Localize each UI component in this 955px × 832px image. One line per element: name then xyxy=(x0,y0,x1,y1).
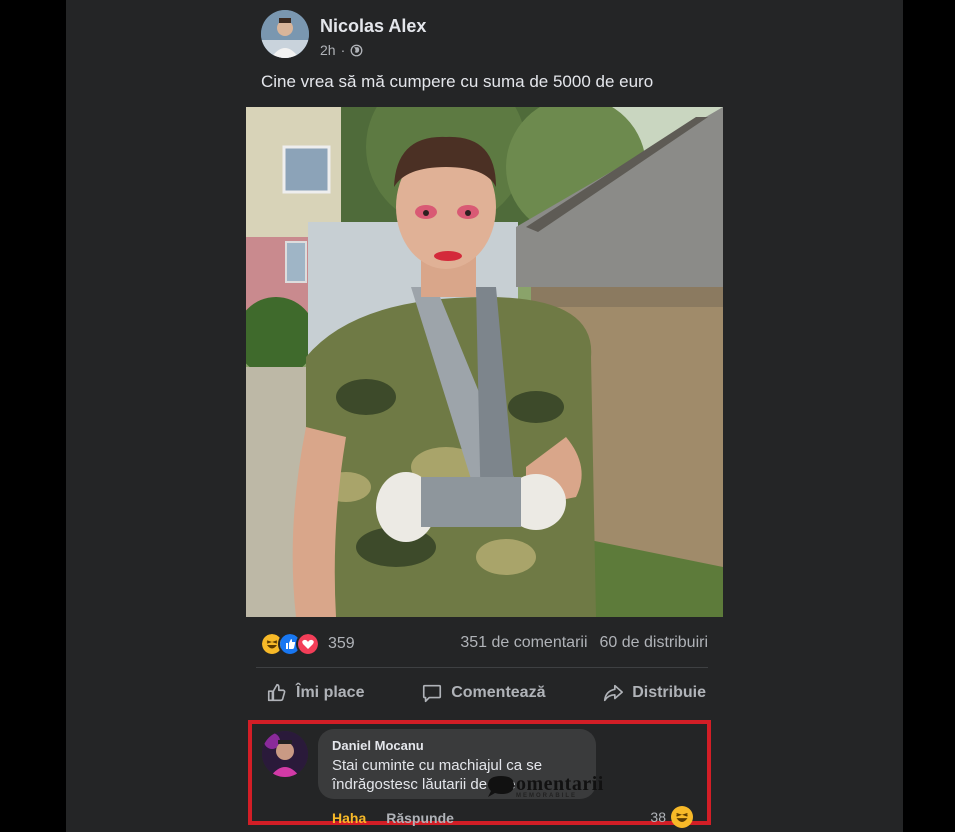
comment-label: Comentează xyxy=(451,684,546,701)
comment-actions: Haha Răspunde xyxy=(332,810,454,826)
reaction-summary[interactable]: 359 xyxy=(260,632,355,656)
post-photo[interactable] xyxy=(246,107,723,617)
author-avatar[interactable] xyxy=(261,10,309,58)
comment-count[interactable]: 351 de comentarii xyxy=(460,634,587,652)
like-button[interactable]: Îmi place xyxy=(266,682,364,704)
commenter-avatar[interactable] xyxy=(262,731,308,777)
share-count[interactable]: 60 de distribuiri xyxy=(600,634,709,652)
share-button[interactable]: Distribuie xyxy=(602,682,706,704)
share-icon xyxy=(604,684,624,702)
watermark-subtext: MEMORABILE xyxy=(516,793,577,799)
watermark-text: omentarii xyxy=(516,773,604,795)
share-label: Distribuie xyxy=(632,684,706,701)
comment-icon xyxy=(423,684,442,703)
like-label: Îmi place xyxy=(296,684,365,701)
reply-link[interactable]: Răspunde xyxy=(386,810,454,826)
actions-divider xyxy=(256,667,708,668)
speech-bubble-logo xyxy=(488,776,514,797)
facebook-post: Nicolas Alex 2h · Cine vrea să mă cumper… xyxy=(66,0,903,832)
comment-button[interactable]: Comentează xyxy=(421,682,545,704)
globe-icon[interactable] xyxy=(350,44,363,57)
post-actions: Îmi place Comentează Distribuie xyxy=(266,678,706,708)
comment-reaction-number: 38 xyxy=(650,809,666,825)
reaction-count: 359 xyxy=(328,635,355,652)
comment-reaction-count[interactable]: 38 xyxy=(650,806,693,828)
post-stats: 351 de comentarii 60 de distribuiri xyxy=(460,634,708,652)
thumbs-up-icon xyxy=(267,683,286,702)
love-icon xyxy=(296,632,320,656)
meta-separator: · xyxy=(340,42,346,58)
commenter-name[interactable]: Daniel Mocanu xyxy=(332,738,424,753)
post-text: Cine vrea să mă cumpere cu suma de 5000 … xyxy=(261,72,654,91)
highlighted-comment: Daniel Mocanu Stai cuminte cu machiajul … xyxy=(248,720,711,828)
watermark: omentarii MEMORABILE xyxy=(486,773,604,799)
right-black-margin xyxy=(903,0,955,832)
post-time[interactable]: 2h xyxy=(320,42,336,58)
author-name[interactable]: Nicolas Alex xyxy=(320,16,426,37)
haha-icon xyxy=(671,806,693,828)
haha-reaction-link[interactable]: Haha xyxy=(332,810,366,826)
post-meta: 2h · xyxy=(320,42,363,58)
left-black-margin xyxy=(0,0,66,832)
